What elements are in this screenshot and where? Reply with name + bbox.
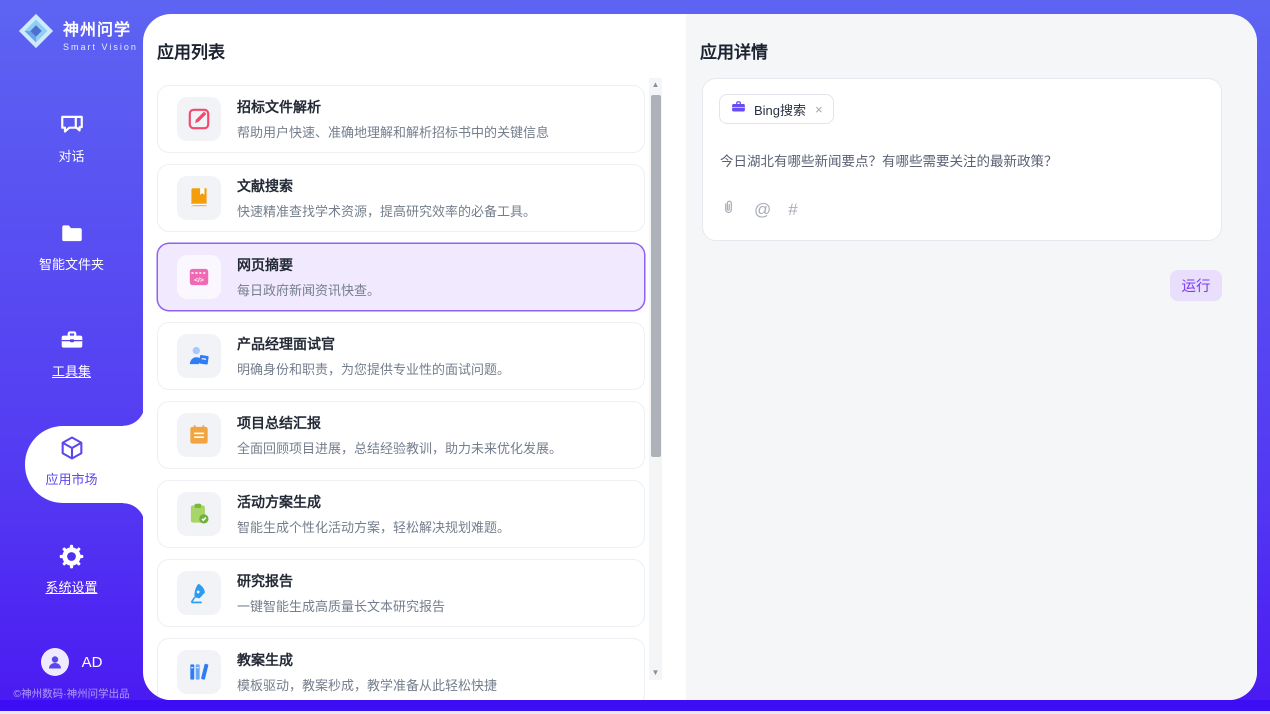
user-account[interactable]: AD: [0, 648, 143, 676]
logo-title: 神州问学: [63, 16, 138, 40]
app-card-lesson-plan[interactable]: 教案生成 模板驱动，教案秒成，教学准备从此轻松快捷: [157, 638, 645, 700]
app-card-desc: 明确身份和职责，为您提供专业性的面试问题。: [237, 359, 510, 378]
interviewer-icon: [177, 334, 221, 378]
pen-report-icon: [177, 571, 221, 615]
app-card-desc: 每日政府新闻资讯快查。: [237, 280, 380, 299]
sidebar-item-smart-folder[interactable]: 智能文件夹: [0, 218, 143, 273]
briefcase-icon: [730, 98, 747, 120]
cube-icon: [0, 433, 143, 463]
prompt-input-card: Bing搜索 × 今日湖北有哪些新闻要点？有哪些需要关注的最新政策？ @ #: [702, 78, 1222, 241]
app-window: 神州问学 Smart Vision 对话 智: [0, 0, 1270, 714]
app-card-title: 研究报告: [237, 571, 445, 591]
book-icon: [177, 176, 221, 220]
clipboard-check-icon: [177, 492, 221, 536]
scrollbar-thumb[interactable]: [651, 95, 661, 457]
gear-icon: [0, 541, 143, 571]
app-card-desc: 帮助用户快速、准确地理解和解析招标书中的关键信息: [237, 122, 549, 141]
app-card-title: 产品经理面试官: [237, 334, 510, 354]
app-card-title: 网页摘要: [237, 255, 380, 275]
run-button[interactable]: 运行: [1170, 270, 1222, 301]
browser-code-icon: </>: [177, 255, 221, 299]
app-card-literature-search[interactable]: 文献搜索 快速精准查找学术资源，提高研究效率的必备工具。: [157, 164, 645, 232]
copyright-footer: ©神州数码·神州问学出品: [0, 686, 143, 701]
app-card-desc: 模板驱动，教案秒成，教学准备从此轻松快捷: [237, 675, 497, 694]
app-card-desc: 全面回顾项目进展，总结经验教训，助力未来优化发展。: [237, 438, 562, 457]
chat-icon: [0, 110, 143, 140]
logo-diamond-icon: [17, 12, 55, 55]
sidebar-item-settings[interactable]: 系统设置: [0, 541, 143, 596]
chip-close-icon[interactable]: ×: [815, 102, 823, 117]
app-card-project-summary[interactable]: 项目总结汇报 全面回顾项目进展，总结经验教训，助力未来优化发展。: [157, 401, 645, 469]
logo-subtitle: Smart Vision: [63, 42, 138, 52]
sidebar-item-label: 对话: [0, 146, 143, 165]
bottom-accent-bar: [0, 700, 1270, 711]
tool-chip-bing-search[interactable]: Bing搜索 ×: [719, 94, 834, 124]
sidebar-item-app-market[interactable]: 应用市场: [0, 433, 143, 488]
scroll-up-arrow[interactable]: ▲: [649, 78, 662, 92]
app-card-desc: 智能生成个性化活动方案，轻松解决规划难题。: [237, 517, 510, 536]
app-card-bid-doc-parse[interactable]: 招标文件解析 帮助用户快速、准确地理解和解析招标书中的关键信息: [157, 85, 645, 153]
sidebar-item-label: 智能文件夹: [0, 254, 143, 273]
toolbox-icon: [0, 325, 143, 355]
app-card-title: 教案生成: [237, 650, 497, 670]
user-name: AD: [82, 654, 103, 671]
app-card-web-summary[interactable]: </> 网页摘要 每日政府新闻资讯快查。: [157, 243, 645, 311]
app-list-title: 应用列表: [157, 38, 225, 63]
app-card-desc: 一键智能生成高质量长文本研究报告: [237, 596, 445, 615]
logo: 神州问学 Smart Vision: [17, 12, 138, 55]
app-card-event-plan[interactable]: 活动方案生成 智能生成个性化活动方案，轻松解决规划难题。: [157, 480, 645, 548]
avatar: [41, 648, 69, 676]
doc-edit-icon: [177, 97, 221, 141]
mention-icon[interactable]: @: [754, 200, 771, 220]
sidebar-item-toolset[interactable]: 工具集: [0, 325, 143, 380]
app-card-title: 项目总结汇报: [237, 413, 562, 433]
app-detail-panel: 应用详情 Bing搜索 × 今日湖北有哪些新闻要点？有哪些需要关注的最新政策？: [686, 14, 1257, 700]
sidebar-item-label: 应用市场: [0, 469, 143, 488]
sidebar-item-chat[interactable]: 对话: [0, 110, 143, 165]
sidebar: 神州问学 Smart Vision 对话 智: [0, 0, 143, 700]
hash-icon[interactable]: #: [788, 200, 797, 220]
list-scrollbar[interactable]: ▲ ▼: [649, 78, 662, 680]
prompt-text-field[interactable]: 今日湖北有哪些新闻要点？有哪些需要关注的最新政策？: [720, 150, 1200, 170]
sidebar-item-label: 系统设置: [0, 577, 143, 596]
input-toolbar: @ #: [720, 198, 798, 222]
app-detail-title: 应用详情: [700, 38, 768, 63]
sidebar-item-label: 工具集: [0, 361, 143, 380]
app-card-desc: 快速精准查找学术资源，提高研究效率的必备工具。: [237, 201, 536, 220]
app-card-title: 活动方案生成: [237, 492, 510, 512]
tool-chip-label: Bing搜索: [754, 100, 806, 119]
folder-icon: [0, 218, 143, 248]
app-card-research-report[interactable]: 研究报告 一键智能生成高质量长文本研究报告: [157, 559, 645, 627]
content-frame: 应用列表 招标文件解析 帮助用户快速、准确地理解和解析招标书中的关键信息: [143, 14, 1257, 700]
app-card-pm-interviewer[interactable]: 产品经理面试官 明确身份和职责，为您提供专业性的面试问题。: [157, 322, 645, 390]
note-icon: [177, 413, 221, 457]
scroll-down-arrow[interactable]: ▼: [649, 666, 662, 680]
books-icon: [177, 650, 221, 694]
app-card-title: 文献搜索: [237, 176, 536, 196]
paperclip-icon[interactable]: [720, 198, 737, 222]
app-card-title: 招标文件解析: [237, 97, 549, 117]
code-glyph: </>: [194, 277, 204, 284]
